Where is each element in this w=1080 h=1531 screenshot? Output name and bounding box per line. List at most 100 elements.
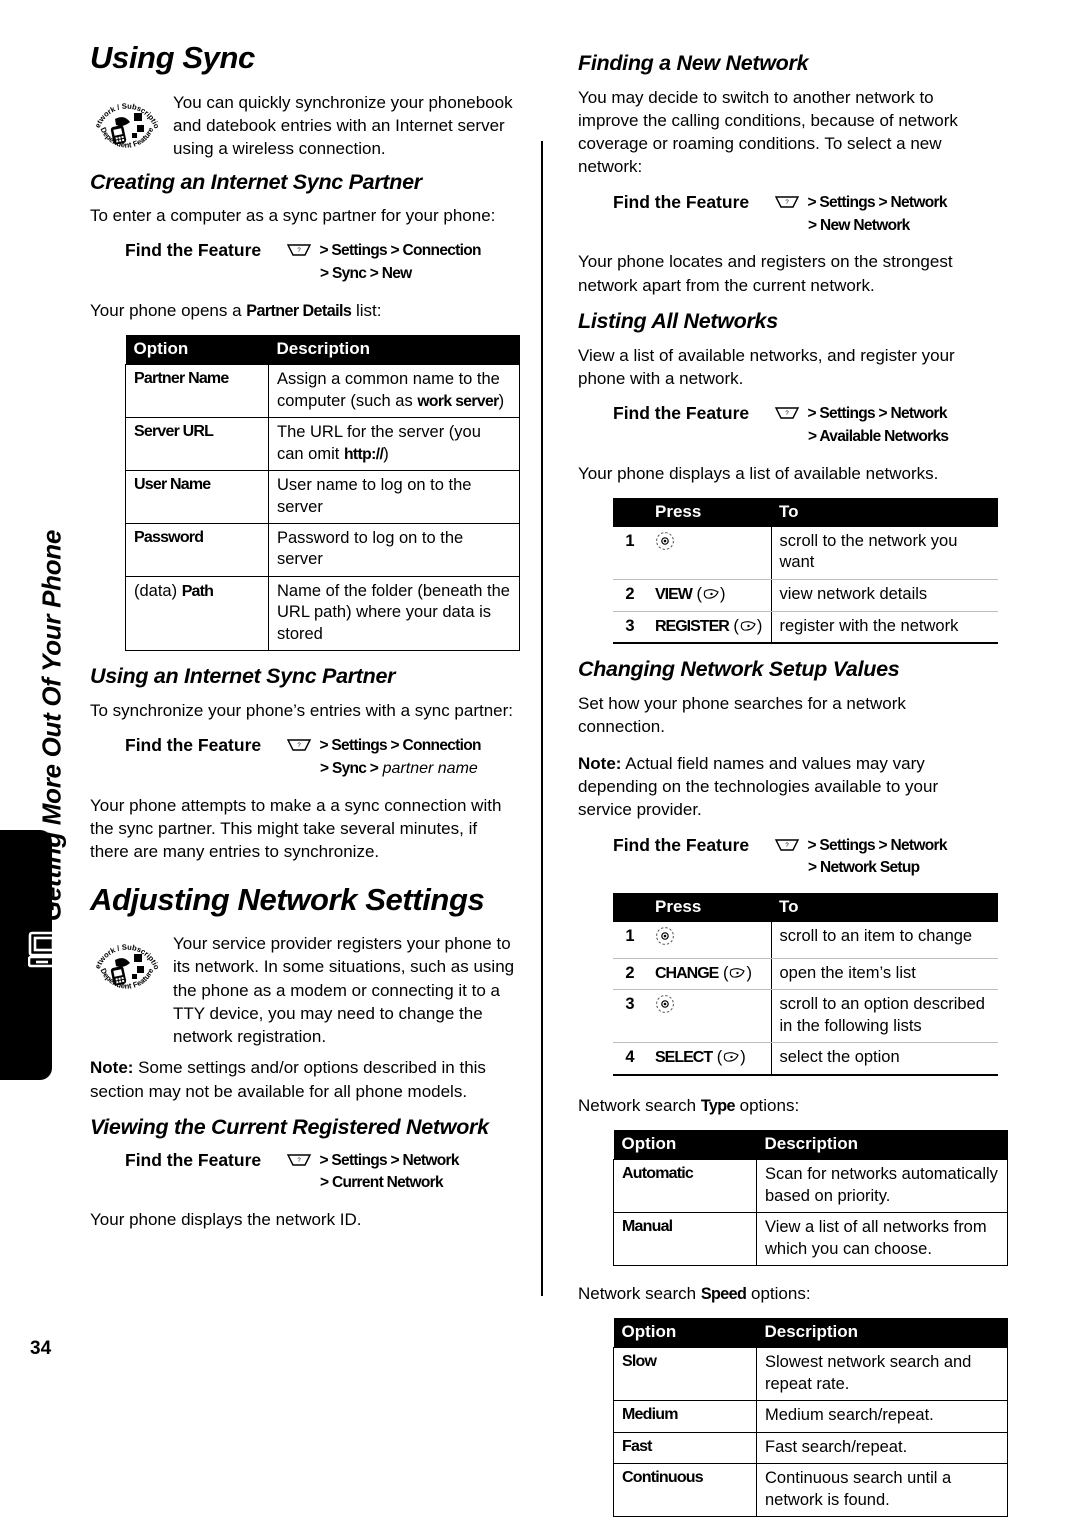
table-header-row: Option Description (125, 335, 520, 365)
type-options-lead: Network search Type options: (578, 1094, 996, 1117)
finding-after-text: Your phone locates and registers on the … (578, 252, 953, 295)
cell-option: Continuous (613, 1463, 757, 1517)
table-header-row: Option Description (613, 1318, 1008, 1348)
cell-press (647, 922, 772, 959)
table-header-row: Press To (613, 893, 998, 923)
cell-step: 2 (613, 958, 647, 991)
find-the-feature-creating: Find the Feature ? > Settings > Connecti… (90, 240, 515, 285)
soft-key-label: VIEW (655, 585, 693, 603)
desc-bold: http:// (343, 445, 384, 463)
soft-key-icon: () (696, 584, 726, 603)
desc-bold: work server (417, 392, 499, 410)
cell-option-bold: Path (181, 582, 214, 600)
menu-path-line-2-variable: partner name (382, 759, 478, 777)
column-header-step (613, 498, 647, 527)
partner-details-lead: Your phone opens a Partner Details list: (90, 299, 515, 322)
menu-path-line-1: > Settings > Network (807, 836, 947, 854)
using-after-text: Your phone attempts to make a a sync con… (90, 795, 502, 862)
menu-path-line-1: > Settings > Connection (319, 737, 481, 755)
navigation-key-icon (655, 995, 675, 1018)
cell-option: Manual (613, 1212, 757, 1267)
adjusting-note: Note: Some settings and/or options descr… (90, 1056, 515, 1103)
column-header-option: Option (125, 335, 269, 365)
find-the-feature-label: Find the Feature (613, 834, 750, 855)
partner-details-term: Partner Details (246, 302, 352, 321)
note-label: Note: (578, 753, 622, 773)
menu-path-line-2: > Available Networks (808, 427, 949, 445)
cell-description: Fast search/repeat. (756, 1431, 1008, 1465)
column-header-press: Press (647, 893, 771, 923)
find-the-feature-viewing: Find the Feature ? > Settings > Network … (90, 1150, 515, 1195)
menu-path-line-1: > Settings > Network (807, 405, 947, 423)
column-header-press: Press (647, 498, 771, 527)
cell-to: scroll to the network you want (771, 527, 998, 580)
find-the-feature-label: Find the Feature (125, 240, 262, 261)
cell-press: SELECT () (647, 1042, 772, 1077)
cell-press: CHANGE () (647, 958, 772, 991)
table-row: 2 CHANGE () open the item’s list (613, 958, 998, 991)
cell-to: scroll to an option described in the fol… (771, 989, 998, 1044)
table-row: 3 scroll to an option described in the f… (613, 989, 998, 1044)
table-header-row: Press To (613, 498, 998, 527)
find-the-feature-label: Find the Feature (125, 735, 262, 756)
speed-term: Speed (700, 1285, 747, 1304)
find-the-feature-listing: Find the Feature ? > Settings > Network … (578, 403, 996, 448)
table-row: Automatic Scan for networks automaticall… (613, 1159, 1008, 1214)
cell-step: 3 (613, 611, 647, 645)
cell-press: REGISTER () (647, 611, 772, 645)
finding-lead-text: You may decide to switch to another netw… (578, 87, 958, 177)
cell-description: View a list of all networks from which y… (756, 1212, 1008, 1267)
cell-to: open the item’s list (771, 958, 998, 991)
find-the-feature-label: Find the Feature (613, 403, 750, 424)
soft-key-icon: () (733, 616, 763, 635)
cell-description: Scan for networks automatically based on… (756, 1159, 1008, 1214)
left-column: Using Sync Network / Subscription Depend… (87, 40, 520, 1245)
column-header-step (613, 893, 647, 923)
cell-to: register with the network (771, 611, 998, 645)
cell-option: (data) Path (125, 575, 269, 652)
menu-key-icon: ? (774, 406, 800, 427)
find-the-feature-label: Find the Feature (613, 191, 750, 212)
cell-step: 4 (613, 1042, 647, 1077)
cell-option: Automatic (613, 1159, 757, 1214)
menu-path-line-2: > Sync > (320, 759, 379, 777)
menu-key-icon: ? (774, 838, 800, 859)
menu-path-line-1: > Settings > Connection (319, 242, 481, 260)
adjusting-intro-text: Your service provider registers your pho… (173, 934, 515, 1047)
cell-option: Server URL (125, 417, 269, 472)
table-header-row: Option Description (613, 1130, 1008, 1160)
note-text: Some settings and/or options described i… (90, 1058, 486, 1101)
speed-lead-pre: Network search (578, 1284, 701, 1304)
find-the-feature-label: Find the Feature (125, 1149, 262, 1170)
cell-description: Password to log on to the server (268, 522, 520, 577)
network-search-type-table: Option Description Automatic Scan for ne… (613, 1130, 1008, 1267)
network-search-speed-table: Option Description Slow Slowest network … (613, 1318, 1008, 1517)
svg-text:?: ? (785, 200, 789, 206)
soft-key-icon: () (716, 1048, 746, 1067)
column-header-to: To (771, 893, 998, 923)
svg-text:?: ? (785, 411, 789, 417)
cell-description: Assign a common name to the computer (su… (268, 364, 520, 419)
menu-path-line-1: > Settings > Network (807, 193, 947, 211)
section-title-adjusting-network-settings: Adjusting Network Settings (90, 881, 485, 917)
column-divider (541, 141, 543, 1296)
desc-post: ) (383, 444, 389, 463)
soft-key-label: SELECT (655, 1049, 713, 1067)
viewing-after-text: Your phone displays the network ID. (90, 1210, 362, 1230)
heading-viewing-current-network: Viewing the Current Registered Network (90, 1115, 489, 1140)
find-the-feature-using: Find the Feature ? > Settings > Connecti… (90, 735, 515, 780)
menu-path-line-2: > New Network (808, 216, 910, 234)
column-header-option: Option (613, 1318, 757, 1348)
note-label: Note: (90, 1058, 134, 1078)
table-row: 4 SELECT () select the option (613, 1042, 998, 1077)
menu-path-line-2: > Current Network (320, 1174, 444, 1192)
partner-details-lead-pre: Your phone opens a (90, 301, 247, 321)
cell-description: Slowest network search and repeat rate. (756, 1347, 1008, 1402)
page-title: Using Sync (90, 40, 255, 75)
soft-key-icon: () (722, 963, 752, 982)
column-header-option: Option (613, 1130, 757, 1160)
menu-path-line-2: > Sync > New (320, 265, 412, 283)
listing-after-text: Your phone displays a list of available … (578, 463, 939, 483)
network-subscription-badge-icon: Network / Subscription Dependent Feature (87, 82, 164, 163)
cell-option-plain: (data) (134, 581, 182, 600)
